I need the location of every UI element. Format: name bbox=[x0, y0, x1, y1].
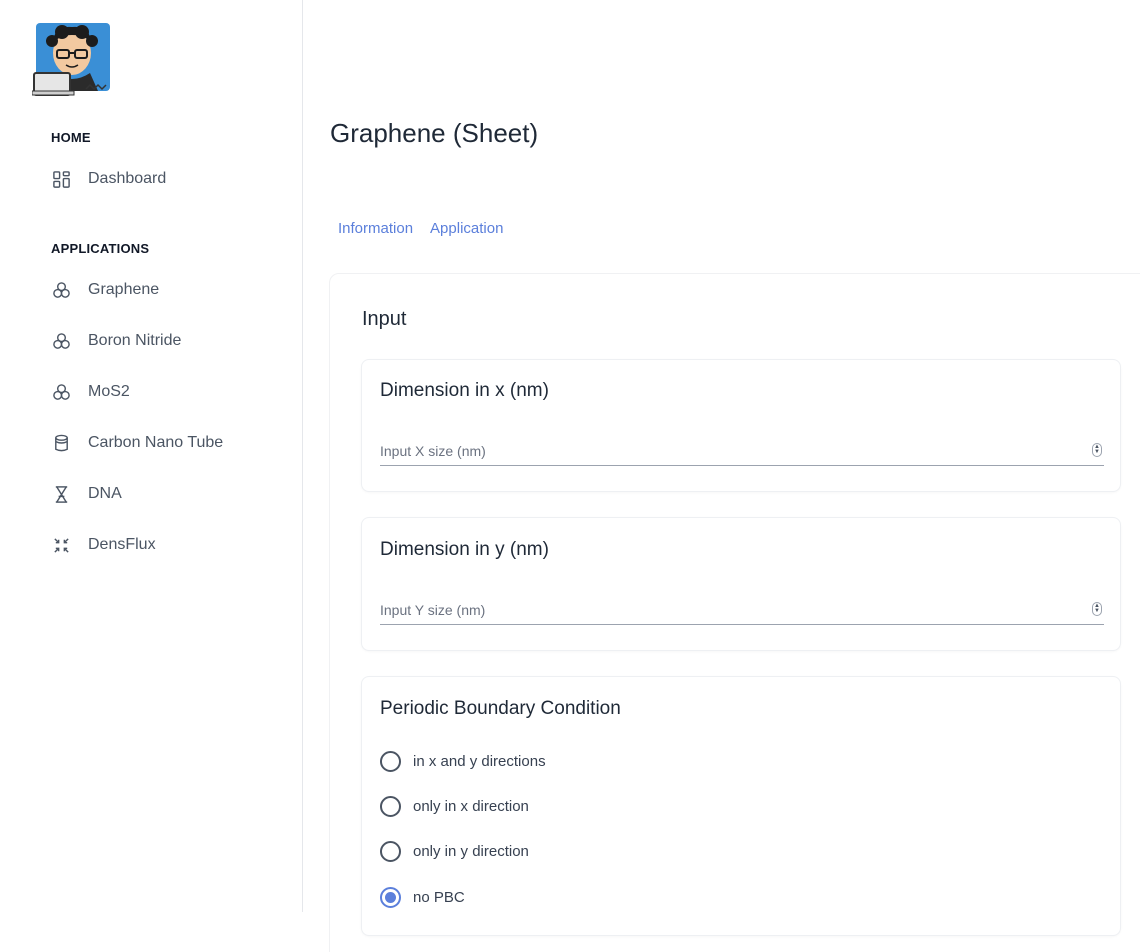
dimension-x-card: Dimension in x (nm) ▲▼ bbox=[361, 359, 1121, 492]
radio-dot bbox=[385, 892, 396, 903]
number-spinner-icon[interactable]: ▲ ▼ bbox=[1092, 602, 1102, 616]
pbc-option-x[interactable]: only in x direction bbox=[380, 796, 529, 817]
molecule-icon bbox=[51, 382, 71, 402]
dimension-y-title: Dimension in y (nm) bbox=[380, 539, 549, 560]
dimension-y-card: Dimension in y (nm) ▲▼ bbox=[361, 517, 1121, 651]
pbc-card: Periodic Boundary Condition in x and y d… bbox=[361, 676, 1121, 936]
pbc-option-none[interactable]: no PBC bbox=[380, 887, 465, 908]
sidebar-item-label: Boron Nitride bbox=[88, 332, 182, 349]
avatar[interactable] bbox=[31, 23, 112, 97]
sidebar-item-label: Graphene bbox=[88, 281, 160, 298]
dimension-x-field: ▲▼ bbox=[380, 438, 1104, 466]
radio-label: in x and y directions bbox=[413, 753, 546, 770]
sidebar: HOME Dashboard APPLICATIONS Graphene Bor… bbox=[0, 0, 303, 912]
page-title: Graphene (Sheet) bbox=[330, 118, 539, 148]
radio-label: only in y direction bbox=[413, 843, 529, 860]
sidebar-item-label: DNA bbox=[88, 485, 122, 502]
app-root: HOME Dashboard APPLICATIONS Graphene Bor… bbox=[0, 0, 1140, 952]
radio-label: only in x direction bbox=[413, 798, 529, 815]
tab-information[interactable]: Information bbox=[338, 220, 413, 237]
sidebar-item-carbon-nano-tube[interactable]: Carbon Nano Tube bbox=[51, 431, 223, 455]
radio-button[interactable] bbox=[380, 841, 401, 862]
nav-heading-home: HOME bbox=[51, 130, 91, 145]
sidebar-item-label: Dashboard bbox=[88, 170, 167, 187]
sidebar-item-label: MoS2 bbox=[88, 383, 130, 400]
dimension-y-field: ▲▼ bbox=[380, 597, 1104, 625]
sidebar-item-label: Carbon Nano Tube bbox=[88, 434, 224, 451]
input-section-title: Input bbox=[362, 308, 407, 330]
dimension-x-input[interactable] bbox=[380, 438, 1070, 464]
sidebar-item-label: DensFlux bbox=[88, 536, 156, 553]
nav-heading-applications: APPLICATIONS bbox=[51, 241, 150, 256]
dimension-x-title: Dimension in x (nm) bbox=[380, 380, 549, 401]
number-spinner-icon[interactable]: ▲ ▼ bbox=[1092, 443, 1102, 457]
radio-button[interactable] bbox=[380, 796, 401, 817]
molecule-icon bbox=[51, 331, 71, 351]
arrows-shrink-icon bbox=[51, 535, 71, 555]
sidebar-item-densflux[interactable]: DensFlux bbox=[51, 533, 156, 557]
dimension-y-input[interactable] bbox=[380, 597, 1070, 623]
tab-application[interactable]: Application bbox=[430, 220, 503, 237]
tab-bar: Information Application bbox=[338, 220, 503, 237]
cylinder-icon bbox=[51, 433, 71, 453]
pbc-option-xy[interactable]: in x and y directions bbox=[380, 751, 546, 772]
radio-button[interactable] bbox=[380, 751, 401, 772]
pbc-title: Periodic Boundary Condition bbox=[380, 698, 621, 719]
pbc-option-y[interactable]: only in y direction bbox=[380, 841, 529, 862]
sidebar-item-dna[interactable]: DNA bbox=[51, 482, 122, 506]
sidebar-item-mos2[interactable]: MoS2 bbox=[51, 380, 130, 404]
hourglass-icon bbox=[51, 484, 71, 504]
sidebar-item-dashboard[interactable]: Dashboard bbox=[51, 167, 166, 191]
molecule-icon bbox=[51, 280, 71, 300]
dashboard-icon bbox=[51, 169, 71, 189]
sidebar-item-boron-nitride[interactable]: Boron Nitride bbox=[51, 329, 181, 353]
radio-label: no PBC bbox=[413, 889, 465, 906]
sidebar-item-graphene[interactable]: Graphene bbox=[51, 278, 159, 302]
radio-button-selected[interactable] bbox=[380, 887, 401, 908]
